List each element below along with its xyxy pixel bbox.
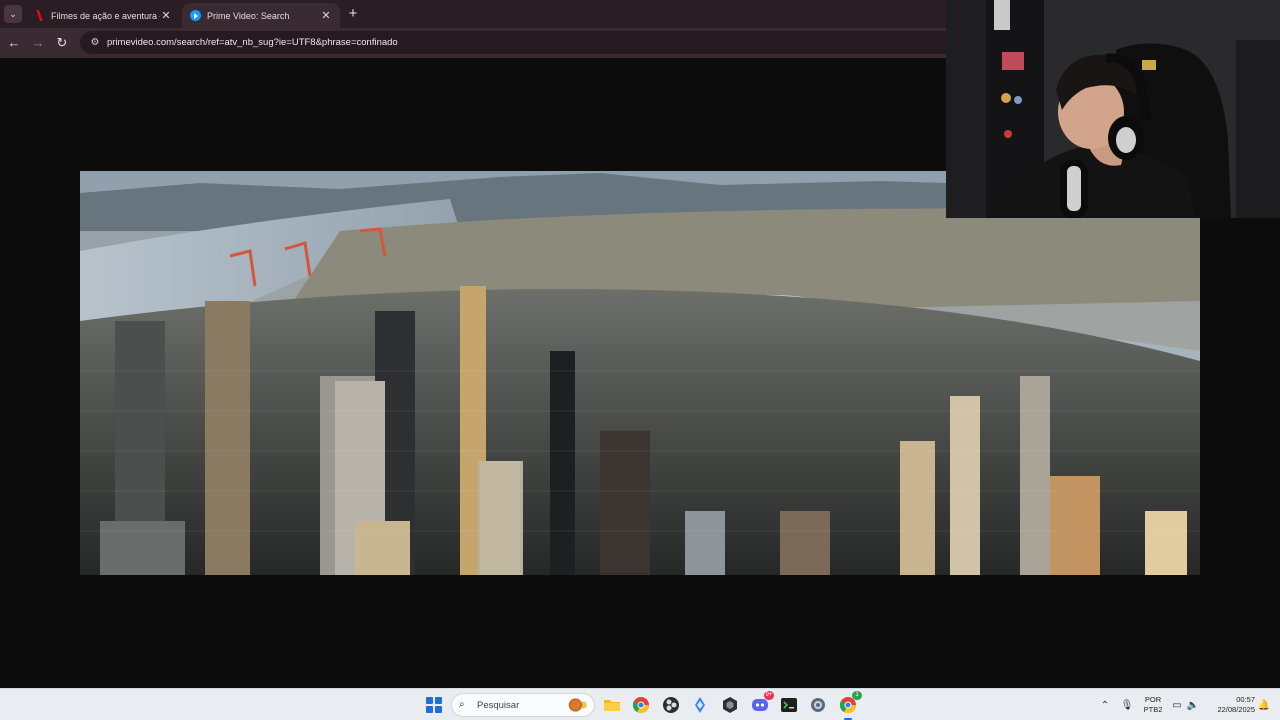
- notifications-area: 🔔: [1257, 689, 1271, 720]
- prime-video-icon: [190, 10, 201, 21]
- tab-strip: ⌄ Filmes de ação e aventura – Ne ✕ Prime…: [0, 0, 946, 28]
- aerial-city-video-frame: [80, 171, 1200, 575]
- arrow-left-icon: ←: [7, 35, 21, 50]
- video-player-frame[interactable]: [80, 171, 1200, 575]
- new-tab-button[interactable]: +: [344, 5, 362, 23]
- tab-search-button[interactable]: ⌄: [4, 5, 22, 23]
- chrome-icon[interactable]: [631, 695, 651, 715]
- language-indicator[interactable]: POR PTB2: [1142, 695, 1164, 715]
- chrome-profile-icon[interactable]: 1: [838, 691, 862, 720]
- tab-netflix[interactable]: Filmes de ação e aventura – Ne ✕: [26, 3, 180, 28]
- streamer-webcam-image: [946, 0, 1280, 218]
- taskbar-search-box[interactable]: ⌕ Pesquisar: [451, 693, 595, 717]
- volume-icon[interactable]: 🔈: [1186, 700, 1200, 711]
- netflix-icon: [36, 10, 43, 21]
- network-icon[interactable]: ▭: [1170, 700, 1184, 711]
- chevron-up-icon[interactable]: ⌃: [1098, 700, 1112, 711]
- search-icon: ⌕: [459, 699, 465, 710]
- back-button[interactable]: ←: [5, 34, 23, 52]
- tab-title: Prime Video: Search: [207, 10, 290, 21]
- clock-time: 00:57: [1236, 695, 1255, 704]
- arrow-right-icon: →: [31, 35, 45, 50]
- reload-button[interactable]: ↻: [53, 34, 71, 52]
- notification-badge: 9+: [764, 691, 774, 700]
- settings-icon[interactable]: [808, 695, 828, 715]
- tab-close-icon[interactable]: ✕: [160, 9, 172, 22]
- app-hexagon-icon[interactable]: [720, 695, 740, 715]
- system-tray: ⌃ 🎙: [1098, 689, 1134, 720]
- search-highlight-icon: [565, 696, 591, 714]
- microphone-icon[interactable]: 🎙: [1120, 700, 1134, 711]
- webcam-overlay: [946, 0, 1280, 218]
- windows-taskbar: ⌕ Pesquisar 9+ 1 ⌃ 🎙 POR PTB2 ▭ 🔈 00:57 …: [0, 688, 1280, 720]
- browser-toolbar: ← → ↻ ⚙ primevideo.com/search/ref=atv_nb…: [0, 28, 946, 58]
- tab-title: Filmes de ação e aventura – Ne: [51, 10, 160, 21]
- streamlabs-icon[interactable]: [690, 695, 710, 715]
- windows-start-icon[interactable]: [424, 695, 444, 715]
- terminal-icon[interactable]: [779, 695, 799, 715]
- url-text[interactable]: primevideo.com/search/ref=atv_nb_sug?ie=…: [107, 37, 398, 48]
- language-code: POR: [1144, 695, 1162, 704]
- obs-icon[interactable]: [661, 695, 681, 715]
- system-tray-right: ▭ 🔈: [1170, 689, 1200, 720]
- chevron-down-icon: ⌄: [9, 8, 17, 19]
- notification-bell-icon[interactable]: 🔔: [1257, 700, 1271, 711]
- address-bar[interactable]: ⚙ primevideo.com/search/ref=atv_nb_sug?i…: [80, 31, 946, 54]
- site-info-icon[interactable]: ⚙: [88, 36, 102, 50]
- tab-prime-video[interactable]: Prime Video: Search ✕: [182, 3, 340, 28]
- screen: ⌄ Filmes de ação e aventura – Ne ✕ Prime…: [0, 0, 1280, 720]
- tab-close-icon[interactable]: ✕: [320, 9, 332, 22]
- clock[interactable]: 00:57 22/08/2025: [1205, 695, 1255, 715]
- clock-date: 22/08/2025: [1217, 705, 1255, 714]
- notification-badge: 1: [852, 691, 862, 700]
- forward-button[interactable]: →: [29, 34, 47, 52]
- discord-icon[interactable]: 9+: [750, 691, 774, 715]
- keyboard-layout: PTB2: [1143, 705, 1163, 714]
- reload-icon: ↻: [56, 35, 68, 50]
- search-placeholder: Pesquisar: [477, 699, 520, 711]
- file-explorer-icon[interactable]: [602, 695, 622, 715]
- browser-window-chrome: ⌄ Filmes de ação e aventura – Ne ✕ Prime…: [0, 0, 946, 58]
